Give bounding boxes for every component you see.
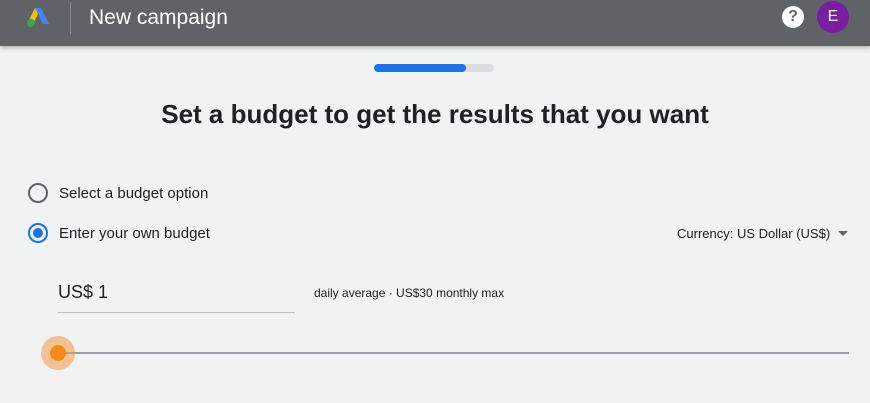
help-icon[interactable]: ? (782, 6, 804, 28)
chevron-down-icon (838, 230, 849, 236)
budget-slider-track[interactable] (58, 352, 849, 354)
radio-label: Enter your own budget (59, 224, 210, 242)
radio-enter-own-budget[interactable]: Enter your own budget (28, 223, 210, 243)
currency-label: Currency: US Dollar (US$) (677, 225, 831, 241)
radio-button[interactable] (28, 183, 48, 203)
top-app-bar: New campaign ? E (0, 0, 870, 46)
radio-select-budget-option[interactable]: Select a budget option (28, 183, 208, 203)
budget-slider-thumb[interactable] (50, 345, 66, 361)
step-progress-bar (374, 64, 494, 72)
step-progress-fill (374, 64, 467, 72)
page-title: New campaign (89, 6, 228, 29)
radio-button[interactable] (28, 223, 48, 243)
avatar[interactable]: E (817, 1, 849, 33)
google-ads-logo-icon (27, 8, 49, 27)
header-divider (70, 2, 71, 34)
budget-heading: Set a budget to get the results that you… (161, 99, 709, 129)
budget-note: daily average · US$30 monthly max (314, 286, 505, 300)
budget-amount-input[interactable]: US$ 1 (58, 279, 295, 313)
currency-select[interactable]: Currency: US Dollar (US$) (677, 224, 849, 242)
radio-label: Select a budget option (59, 184, 209, 202)
